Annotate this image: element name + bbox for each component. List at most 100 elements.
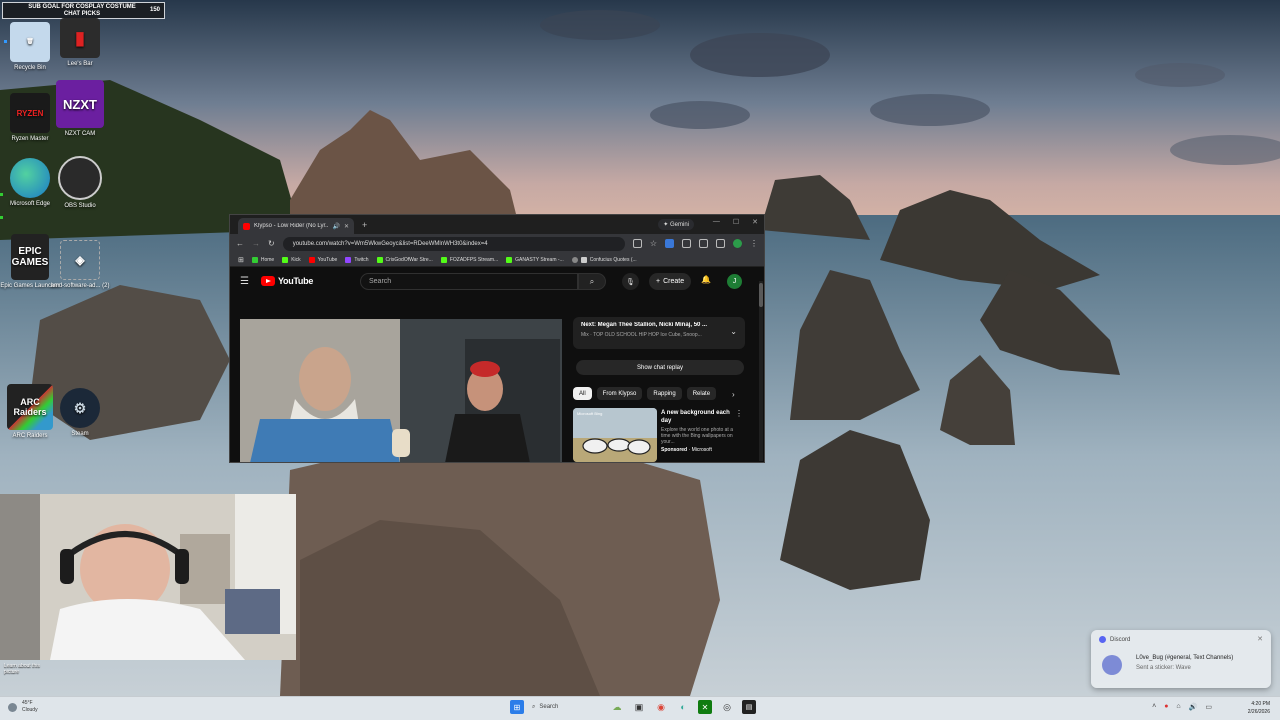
account-avatar[interactable]: J bbox=[727, 274, 742, 289]
bookmark-crisgodofwar[interactable]: CrisGodOfWar Stre... bbox=[376, 256, 433, 263]
page-scrollbar[interactable] bbox=[759, 281, 763, 461]
close-window-button[interactable]: ✕ bbox=[752, 218, 758, 226]
obs-studio-shortcut[interactable]: OBS Studio bbox=[50, 156, 110, 210]
browser-window[interactable]: Klypso - Low Rider (No Lyr... 🔊 ✕ + ✦ Ge… bbox=[229, 214, 765, 463]
bookmark-home[interactable]: Home bbox=[251, 256, 274, 263]
profile-avatar[interactable] bbox=[733, 239, 742, 248]
chip-related[interactable]: Relate bbox=[686, 387, 717, 400]
bookmark-youtube[interactable]: YouTube bbox=[308, 256, 338, 263]
bookmark-label: Kick bbox=[291, 256, 301, 263]
forward-button[interactable]: → bbox=[252, 239, 260, 248]
menu-icon[interactable]: ☰ bbox=[240, 276, 249, 287]
bookmark-twitch[interactable]: Twitch bbox=[345, 256, 369, 263]
tab-youtube[interactable]: Klypso - Low Rider (No Lyr... 🔊 ✕ bbox=[238, 218, 354, 234]
chrome-icon[interactable]: ◉ bbox=[654, 700, 668, 714]
tab-title: Klypso - Low Rider (No Lyr... bbox=[254, 223, 329, 229]
show-chat-replay-button[interactable]: Show chat replay bbox=[576, 360, 744, 375]
scrollbar-thumb[interactable] bbox=[759, 283, 763, 307]
install-app-icon[interactable] bbox=[632, 239, 642, 248]
browser-menu-icon[interactable]: ⋮ bbox=[750, 239, 758, 248]
search-button[interactable]: ⌕ bbox=[578, 273, 606, 290]
youtube-logo[interactable]: YouTube bbox=[260, 276, 313, 286]
network-icon[interactable]: ⌂ bbox=[1176, 703, 1180, 711]
discord-icon bbox=[1099, 636, 1106, 643]
bookmark-label: Twitch bbox=[354, 256, 369, 263]
sponsored-ad-card[interactable]: Microsoft Bing A new background each day… bbox=[573, 408, 745, 462]
start-windows-icon[interactable]: ⊞ bbox=[510, 700, 524, 714]
volume-icon[interactable]: 🔊 bbox=[1189, 703, 1198, 711]
bookmark-fozadfps[interactable]: FOZADFPS Stream... bbox=[440, 256, 498, 263]
recycle-bin-icon: 🗑 bbox=[10, 22, 50, 62]
extensions-puzzle-icon[interactable] bbox=[682, 239, 691, 248]
next-up-title: Next: Megan Thee Stallion, Nicki Minaj, … bbox=[581, 322, 708, 328]
video-player[interactable] bbox=[240, 319, 562, 462]
address-bar[interactable]: youtube.com/watch?v=Wm5WkwGeoyc&list=RDe… bbox=[282, 236, 625, 251]
search-icon: ⌕ bbox=[532, 703, 536, 710]
amd-software-shortcut[interactable]: ◈ amd-software-ad... (2) bbox=[50, 240, 110, 290]
apps-grid-icon[interactable]: ⊞ bbox=[238, 256, 244, 264]
clock[interactable]: 4:20 PM 2/26/2026 bbox=[1248, 700, 1270, 716]
bookmark-star-icon[interactable]: ☆ bbox=[650, 239, 657, 248]
plus-icon: + bbox=[656, 278, 661, 285]
taskbar-search-label: Search bbox=[539, 704, 559, 710]
close-icon[interactable]: ✕ bbox=[1257, 635, 1263, 643]
ad-thumbnail[interactable]: Microsoft Bing bbox=[573, 408, 657, 462]
zebra-image bbox=[573, 408, 657, 462]
taskbar: 45°F Cloudy ⊞ ⌕ Search ☁ ▣ ◉ ◐ ✕ ◎ ▤ ˄ ●… bbox=[0, 696, 1280, 720]
bookmark-label: YouTube bbox=[317, 256, 338, 263]
downloads-icon[interactable] bbox=[716, 239, 725, 248]
obs-icon[interactable]: ◎ bbox=[720, 700, 734, 714]
chevron-down-icon[interactable]: ⌄ bbox=[730, 327, 737, 336]
ad-badge: Microsoft Bing bbox=[577, 411, 603, 416]
maximize-button[interactable]: ☐ bbox=[733, 218, 739, 226]
sub-goal-banner: SUB GOAL FOR COSPLAY COSTUME CHAT PICKS … bbox=[2, 2, 165, 19]
ad-title: A new background each day bbox=[661, 410, 730, 424]
discord-notification[interactable]: Discord ✕ L0ve_Bug (#general, Text Chann… bbox=[1091, 630, 1271, 688]
tray-overflow-icon[interactable]: ˄ bbox=[1152, 703, 1156, 711]
notifications-bell-icon[interactable]: 🔔 bbox=[701, 275, 711, 284]
tab-close-icon[interactable]: ✕ bbox=[344, 223, 349, 230]
chip-rapping[interactable]: Rapping bbox=[647, 387, 682, 400]
nzxt-cam-shortcut[interactable]: NZXT NZXT CAM bbox=[50, 80, 110, 138]
search-input[interactable]: Search bbox=[360, 273, 578, 290]
lees-bar-shortcut[interactable]: ▮ Lee's Bar bbox=[50, 18, 110, 68]
chip-all[interactable]: All bbox=[573, 387, 592, 400]
search-placeholder: Search bbox=[369, 278, 392, 285]
gemini-button[interactable]: ✦ Gemini bbox=[658, 219, 694, 230]
media-control-icon[interactable] bbox=[699, 239, 708, 248]
bookmark-label: CrisGodOfWar Stre... bbox=[385, 256, 433, 263]
back-button[interactable]: ← bbox=[236, 239, 244, 248]
minimize-button[interactable]: — bbox=[713, 218, 720, 226]
desktop-icon-label: Lee's Bar bbox=[67, 61, 93, 67]
xbox-icon[interactable]: ✕ bbox=[698, 700, 712, 714]
chevron-right-icon[interactable]: › bbox=[732, 390, 735, 399]
bookmark-ganasty[interactable]: GANASTY Stream -... bbox=[506, 256, 564, 263]
weather-widget[interactable]: 45°F Cloudy bbox=[8, 700, 38, 714]
create-button[interactable]: + Create bbox=[649, 273, 692, 290]
extension-icon[interactable] bbox=[665, 239, 674, 248]
widgets-icon[interactable]: ☁ bbox=[610, 700, 624, 714]
battery-icon[interactable]: ▭ bbox=[1205, 703, 1212, 711]
ad-info: A new background each day Explore the wo… bbox=[661, 409, 741, 453]
learn-about-this-picture[interactable]: Learn about this picture bbox=[0, 661, 48, 679]
taskbar-search[interactable]: ⌕ Search bbox=[532, 704, 602, 711]
audio-icon[interactable]: 🔊 bbox=[332, 223, 339, 230]
desktop-icon-label: OBS Studio bbox=[64, 203, 96, 209]
next-up-panel[interactable]: Next: Megan Thee Stallion, Nicki Minaj, … bbox=[573, 317, 745, 349]
sponsored-label: Sponsored bbox=[661, 447, 688, 453]
more-options-icon[interactable]: ⋮ bbox=[735, 409, 743, 418]
edge-icon bbox=[10, 158, 50, 198]
steam-shortcut[interactable]: ⚙ Steam bbox=[50, 388, 110, 438]
terminal-icon[interactable]: ▤ bbox=[742, 700, 756, 714]
ad-description: Explore the world one photo at a time wi… bbox=[661, 427, 733, 445]
tray-app-icon[interactable]: ● bbox=[1164, 703, 1168, 711]
task-view-icon[interactable]: ▣ bbox=[632, 700, 646, 714]
chip-from-klypso[interactable]: From Klypso bbox=[596, 387, 643, 400]
new-tab-button[interactable]: + bbox=[362, 220, 367, 230]
bookmark-kick[interactable]: Kick bbox=[282, 256, 301, 263]
edge-icon[interactable]: ◐ bbox=[676, 700, 690, 714]
voice-search-button[interactable]: 🎙 bbox=[622, 273, 639, 290]
reload-button[interactable]: ↻ bbox=[268, 239, 275, 248]
bookmark-confucius[interactable]: Confucius Quotes (... bbox=[571, 256, 637, 263]
taskbar-apps: ⊞ ⌕ Search ☁ ▣ ◉ ◐ ✕ ◎ ▤ bbox=[510, 700, 756, 714]
